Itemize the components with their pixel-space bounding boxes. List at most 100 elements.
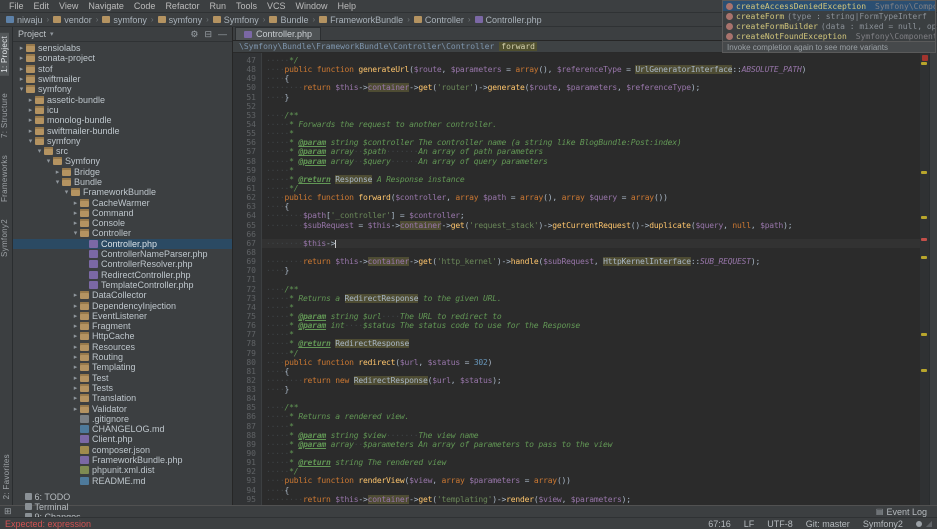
tree-item-dependencyinjection[interactable]: ▸ DependencyInjection bbox=[13, 300, 232, 311]
editor-tab-controller-php[interactable]: Controller.php bbox=[235, 27, 322, 40]
toolwindow-button-7-structure[interactable]: 7: Structure bbox=[0, 93, 9, 138]
caret-position[interactable]: 67:16 bbox=[708, 519, 731, 529]
toolwindow-button-6-todo[interactable]: 6: TODO bbox=[18, 492, 88, 502]
completion-item-createaccessdeniedexception[interactable]: createAccessDeniedException Symfony\Compo… bbox=[723, 1, 935, 11]
chevron-right-icon[interactable]: ▸ bbox=[71, 343, 80, 351]
tree-item-templating[interactable]: ▸ Templating bbox=[13, 362, 232, 372]
breadcrumb-item-symfony[interactable]: symfony bbox=[102, 15, 147, 25]
chevron-right-icon[interactable]: ▸ bbox=[71, 353, 80, 361]
tree-item-client-php[interactable]: Client.php bbox=[13, 434, 232, 444]
tree-item-controller-php[interactable]: Controller.php bbox=[13, 238, 232, 249]
chevron-right-icon[interactable]: ▸ bbox=[71, 405, 80, 413]
tree-item-sonata-project[interactable]: ▸ sonata-project bbox=[13, 53, 232, 63]
tree-item-bridge[interactable]: ▸ Bridge bbox=[13, 167, 232, 177]
menu-help[interactable]: Help bbox=[333, 0, 362, 12]
tree-item-templatecontroller-php[interactable]: TemplateController.php bbox=[13, 280, 232, 290]
tree-item-routing[interactable]: ▸ Routing bbox=[13, 352, 232, 362]
chevron-down-icon[interactable]: ▾ bbox=[26, 137, 35, 145]
symfony-plugin-widget[interactable]: Symfony2 bbox=[863, 519, 903, 529]
chevron-right-icon[interactable]: ▸ bbox=[17, 44, 26, 52]
tree-item-eventlistener[interactable]: ▸ EventListener bbox=[13, 311, 232, 321]
breadcrumb-item-controller-php[interactable]: Controller.php bbox=[474, 15, 542, 25]
tree-item-icu[interactable]: ▸ icu bbox=[13, 105, 232, 115]
hector-inspections-icon[interactable] bbox=[915, 520, 922, 527]
chevron-right-icon[interactable]: ▸ bbox=[71, 322, 80, 330]
warning-stripe-mark[interactable] bbox=[921, 215, 927, 219]
menu-vcs[interactable]: VCS bbox=[262, 0, 291, 12]
completion-item-createnotfoundexception[interactable]: createNotFoundException Symfony\Component… bbox=[723, 31, 935, 41]
toolwindow-button-2-favorites[interactable]: 2: Favorites bbox=[2, 454, 11, 499]
menu-navigate[interactable]: Navigate bbox=[83, 0, 129, 12]
chevron-right-icon[interactable]: ▸ bbox=[71, 374, 80, 382]
hide-panel-icon[interactable]: — bbox=[218, 29, 227, 40]
toolwindow-button-symfony2[interactable]: Symfony2 bbox=[0, 219, 9, 257]
tree-item-resources[interactable]: ▸ Resources bbox=[13, 342, 232, 352]
chevron-right-icon[interactable]: ▸ bbox=[17, 75, 26, 83]
tree-item-cachewarmer[interactable]: ▸ CacheWarmer bbox=[13, 197, 232, 208]
chevron-right-icon[interactable]: ▸ bbox=[71, 394, 80, 402]
line-separator-indicator[interactable]: LF bbox=[744, 519, 755, 529]
chevron-right-icon[interactable]: ▸ bbox=[71, 209, 80, 217]
menu-edit[interactable]: Edit bbox=[29, 0, 55, 12]
chevron-down-icon[interactable]: ▾ bbox=[17, 85, 26, 93]
chevron-right-icon[interactable]: ▸ bbox=[71, 312, 80, 320]
breadcrumb-item-vendor[interactable]: vendor bbox=[53, 15, 92, 25]
warning-stripe-mark[interactable] bbox=[921, 369, 927, 373]
menu-code[interactable]: Code bbox=[129, 0, 161, 12]
tree-item-changelog-md[interactable]: CHANGELOG.md bbox=[13, 424, 232, 434]
chevron-right-icon[interactable]: ▸ bbox=[71, 384, 80, 392]
tree-item-phpunit-xml-dist[interactable]: phpunit.xml.dist bbox=[13, 465, 232, 475]
tree-item-datacollector[interactable]: ▸ DataCollector bbox=[13, 290, 232, 300]
toolwindow-button-terminal[interactable]: Terminal bbox=[18, 502, 88, 512]
tree-item-gitignore[interactable]: .gitignore bbox=[13, 414, 232, 424]
tree-item-symfony[interactable]: ▾ symfony bbox=[13, 84, 232, 94]
breadcrumb-item-frameworkbundle[interactable]: FrameworkBundle bbox=[319, 15, 403, 25]
chevron-down-icon[interactable]: ▾ bbox=[44, 157, 53, 165]
menu-tools[interactable]: Tools bbox=[231, 0, 262, 12]
tree-item-controller[interactable]: ▾ Controller bbox=[13, 228, 232, 238]
context-path[interactable]: \Symfony\Bundle\FrameworkBundle\Controll… bbox=[239, 42, 494, 51]
settings-gear-icon[interactable]: ⚙ bbox=[190, 29, 198, 40]
warning-stripe-mark[interactable] bbox=[921, 256, 927, 260]
chevron-right-icon[interactable]: ▸ bbox=[71, 219, 80, 227]
tree-item-swiftmailer-bundle[interactable]: ▸ swiftmailer-bundle bbox=[13, 125, 232, 136]
tree-item-swiftmailer[interactable]: ▸ swiftmailer bbox=[13, 74, 232, 84]
tree-item-frameworkbundle[interactable]: ▾ FrameworkBundle bbox=[13, 187, 232, 197]
resize-grip[interactable]: ◢ bbox=[926, 519, 932, 528]
chevron-down-icon[interactable]: ▾ bbox=[35, 147, 44, 155]
chevron-right-icon[interactable]: ▸ bbox=[71, 332, 80, 340]
warning-stripe-mark[interactable] bbox=[921, 333, 927, 337]
warning-stripe-mark[interactable] bbox=[921, 62, 927, 66]
breadcrumb-item-bundle[interactable]: Bundle bbox=[269, 15, 308, 25]
inspection-status-indicator[interactable] bbox=[922, 55, 928, 61]
chevron-down-icon[interactable]: ▾ bbox=[53, 178, 62, 186]
tree-item-readme-md[interactable]: README.md bbox=[13, 475, 232, 486]
tree-item-symfony[interactable]: ▾ symfony bbox=[13, 136, 232, 146]
completion-item-createform[interactable]: createForm(type : string|FormTypeInterfS… bbox=[723, 11, 935, 21]
menu-window[interactable]: Window bbox=[291, 0, 333, 12]
tree-item-controllernameparser-php[interactable]: ControllerNameParser.php bbox=[13, 249, 232, 259]
chevron-right-icon[interactable]: ▸ bbox=[71, 302, 80, 310]
chevron-right-icon[interactable]: ▸ bbox=[53, 168, 62, 176]
chevron-right-icon[interactable]: ▸ bbox=[17, 54, 26, 62]
file-encoding[interactable]: UTF-8 bbox=[767, 519, 793, 529]
chevron-right-icon[interactable]: ▸ bbox=[17, 65, 26, 73]
toolwindow-switcher-icon[interactable]: ⊞ bbox=[4, 506, 12, 517]
menu-view[interactable]: View bbox=[54, 0, 83, 12]
tree-item-composer-json[interactable]: composer.json bbox=[13, 445, 232, 455]
breadcrumb-item-symfony[interactable]: Symfony bbox=[212, 15, 259, 25]
tree-item-stof[interactable]: ▸ stof bbox=[13, 64, 232, 74]
error-stripe-mark[interactable] bbox=[921, 238, 927, 242]
menu-file[interactable]: File bbox=[4, 0, 29, 12]
chevron-right-icon[interactable]: ▸ bbox=[26, 116, 35, 124]
tree-item-frameworkbundle-php[interactable]: FrameworkBundle.php bbox=[13, 455, 232, 465]
tree-item-controllerresolver-php[interactable]: ControllerResolver.php bbox=[13, 259, 232, 269]
tree-item-validator[interactable]: ▸ Validator bbox=[13, 403, 232, 414]
menu-refactor[interactable]: Refactor bbox=[160, 0, 204, 12]
tree-item-assetic-bundle[interactable]: ▸ assetic-bundle bbox=[13, 94, 232, 105]
editor-body[interactable]: 47 48 49 50 51 52 53 54 55 56 57 58 59 60 61 62 63 64 65 66… bbox=[233, 53, 920, 505]
chevron-right-icon[interactable]: ▸ bbox=[26, 106, 35, 114]
toolwindow-button-frameworks[interactable]: Frameworks bbox=[0, 155, 9, 202]
code-area[interactable]: ·····*/····public function generateUrl($… bbox=[262, 53, 920, 505]
tree-item-test[interactable]: ▸ Test bbox=[13, 373, 232, 383]
